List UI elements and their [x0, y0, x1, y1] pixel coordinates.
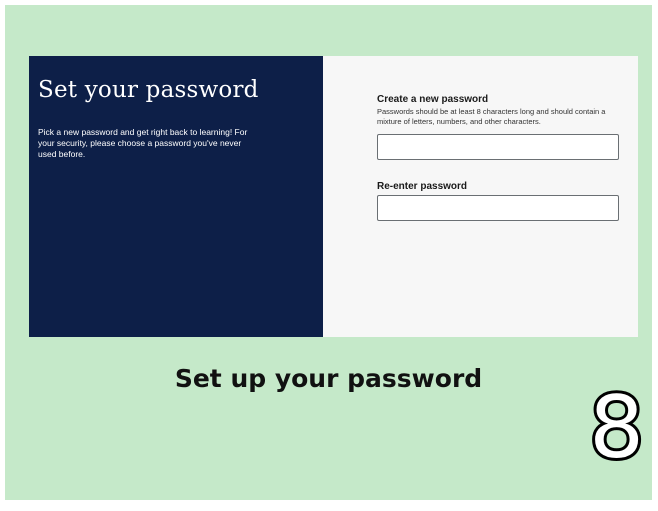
- new-password-input[interactable]: [377, 134, 619, 160]
- new-password-help: Passwords should be at least 8 character…: [377, 107, 606, 126]
- confirm-password-label: Re-enter password: [377, 181, 468, 192]
- new-password-group: Create a new password Passwords should b…: [377, 94, 620, 160]
- intro-panel: Set your password Pick a new password an…: [29, 56, 323, 337]
- intro-description: Pick a new password and get right back t…: [38, 127, 248, 159]
- confirm-password-input[interactable]: [377, 195, 619, 221]
- page-title: Set your password: [38, 77, 259, 103]
- step-caption: Set up your password: [174, 364, 483, 393]
- slide-frame: Set your password Pick a new password an…: [5, 5, 652, 500]
- password-form: Create a new password Passwords should b…: [323, 56, 638, 337]
- password-reset-screenshot: Set your password Pick a new password an…: [29, 56, 638, 337]
- step-number: 8: [586, 378, 647, 478]
- new-password-label: Create a new password: [377, 94, 489, 105]
- confirm-password-group: Re-enter password: [377, 181, 620, 221]
